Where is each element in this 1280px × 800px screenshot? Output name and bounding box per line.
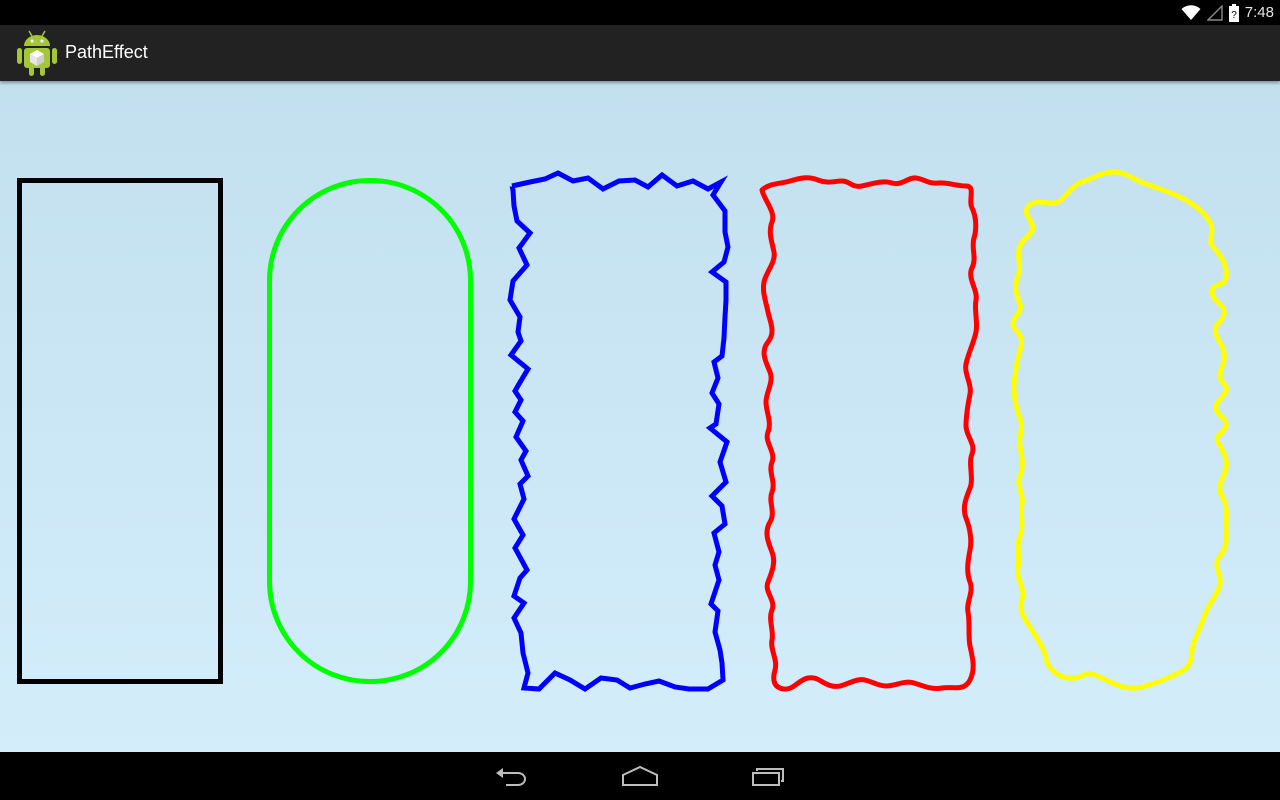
wifi-icon xyxy=(1181,4,1201,20)
recent-apps-button[interactable] xyxy=(738,760,798,792)
battery-icon: ? xyxy=(1228,3,1239,22)
action-bar: PathEffect xyxy=(0,25,1280,81)
plain-rectangle-path xyxy=(17,178,223,684)
navigation-bar xyxy=(0,752,1280,800)
jagged-rectangle-path xyxy=(507,170,731,692)
android-icon[interactable] xyxy=(15,28,59,78)
status-bar: ? 7:48 xyxy=(0,0,1280,25)
cloud-shape-path xyxy=(1010,169,1229,691)
wavy-rectangle-path xyxy=(759,175,980,692)
path-effect-canvas xyxy=(0,81,1280,752)
home-button[interactable] xyxy=(610,760,670,792)
rounded-rectangle-path xyxy=(267,178,473,684)
path-drawing xyxy=(17,169,1229,692)
back-button[interactable] xyxy=(482,760,542,792)
app-title: PathEffect xyxy=(65,42,148,62)
status-time: 7:48 xyxy=(1244,4,1274,21)
recent-apps-icon xyxy=(752,768,784,786)
home-icon xyxy=(622,765,658,786)
svg-text:?: ? xyxy=(1231,10,1237,21)
back-icon xyxy=(496,768,526,786)
signal-icon xyxy=(1206,4,1223,21)
status-icons: ? 7:48 xyxy=(1181,0,1274,25)
